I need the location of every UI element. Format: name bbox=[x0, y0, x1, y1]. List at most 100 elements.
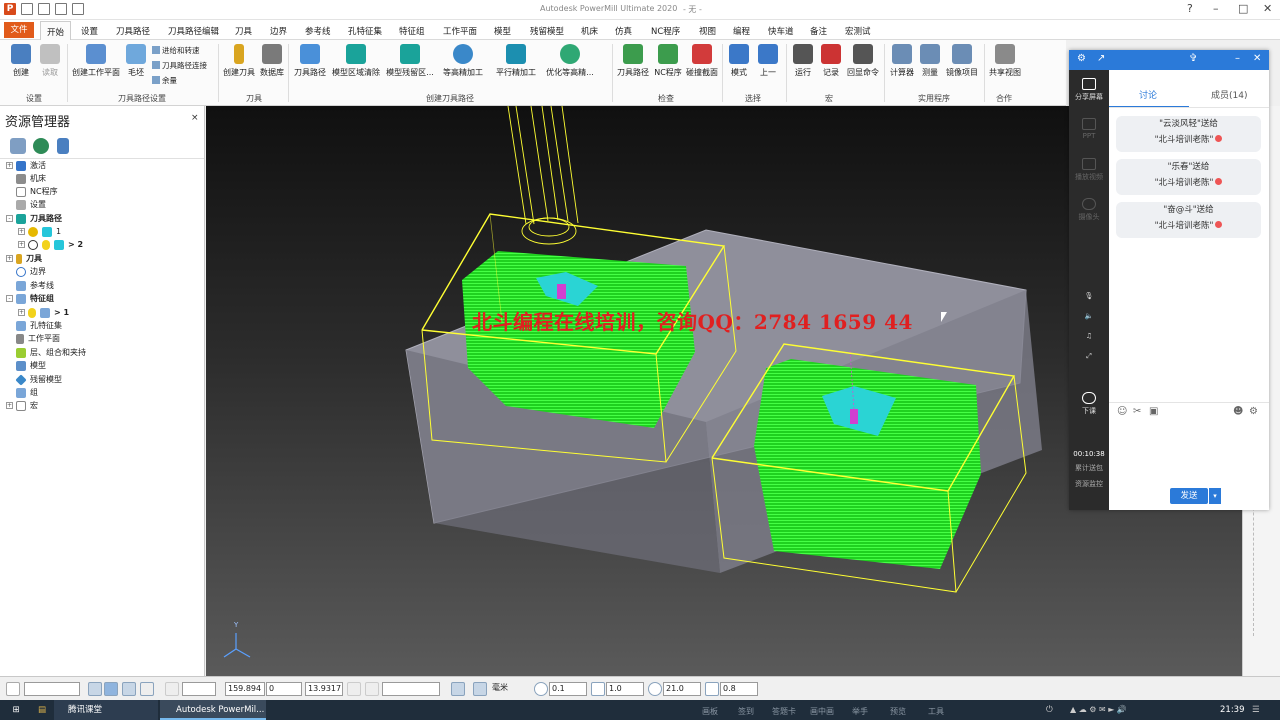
send-button[interactable]: 发送 bbox=[1170, 488, 1208, 504]
expand-icon[interactable]: + bbox=[18, 228, 25, 235]
tab-fast-lane[interactable]: 快车道 bbox=[768, 25, 794, 37]
check-nc-button[interactable]: NC程序 bbox=[652, 44, 684, 78]
tab-programming[interactable]: 编程 bbox=[733, 25, 750, 37]
expand-icon[interactable]: + bbox=[6, 162, 13, 169]
toolpath-connect-button[interactable]: 刀具路径连接 bbox=[152, 60, 207, 71]
camera-button[interactable]: 摄像头 bbox=[1069, 198, 1109, 222]
workplane-dropdown[interactable] bbox=[24, 682, 80, 696]
stock-button[interactable]: 毛坯 bbox=[123, 44, 149, 78]
tree-item[interactable]: 层、组合和夹持 bbox=[16, 346, 86, 359]
mic-icon[interactable]: 🎙 bbox=[1069, 292, 1109, 300]
database-button[interactable]: 数据库 bbox=[258, 44, 286, 78]
tree-view-icon[interactable] bbox=[10, 138, 26, 154]
maximize-icon[interactable]: □ bbox=[1238, 2, 1248, 15]
tree-item[interactable]: - 特征组 bbox=[6, 292, 54, 305]
thickness-field[interactable]: 1.0 bbox=[606, 682, 644, 696]
close-icon[interactable]: ✕ bbox=[1253, 53, 1261, 64]
tolerance-field[interactable]: 0.1 bbox=[549, 682, 587, 696]
tree-item[interactable]: 组 bbox=[16, 386, 38, 399]
share-view-button[interactable]: 共享视图 bbox=[987, 44, 1023, 78]
coord-x-field[interactable]: 159.894 bbox=[225, 682, 265, 696]
feed-speed-button[interactable]: 进给和转速 bbox=[152, 45, 200, 56]
tree-item[interactable]: 参考线 bbox=[16, 279, 54, 292]
fullscreen-icon[interactable]: ⤢ bbox=[1069, 352, 1109, 361]
workplane-select-icon[interactable] bbox=[6, 682, 20, 696]
run-macro-button[interactable]: 运行 bbox=[790, 44, 816, 78]
tab-macro-test[interactable]: 宏测试 bbox=[845, 25, 871, 37]
tab-model[interactable]: 模型 bbox=[494, 25, 511, 37]
expand-icon[interactable]: + bbox=[18, 309, 25, 316]
taskbar-app-tencent[interactable]: 腾讯课堂 bbox=[54, 700, 158, 720]
measure-button[interactable]: 测量 bbox=[918, 44, 942, 78]
collapse-icon[interactable]: - bbox=[6, 215, 13, 222]
mirror-button[interactable]: 镜像项目 bbox=[943, 44, 981, 78]
units-icon[interactable] bbox=[473, 682, 487, 696]
notifications-icon[interactable]: ☰ bbox=[1252, 700, 1260, 720]
import-button[interactable]: 读取 bbox=[36, 44, 64, 78]
optimized-constant-z-button[interactable]: 优化等高精... bbox=[544, 44, 596, 78]
tree-item[interactable]: - 刀具路径 bbox=[6, 212, 62, 225]
tree-item[interactable]: + > 2 bbox=[18, 238, 83, 251]
calculator-button[interactable]: 计算器 bbox=[888, 44, 916, 78]
rest-area-button[interactable]: 模型残留区... bbox=[384, 44, 436, 78]
tab-hole-features[interactable]: 孔特征集 bbox=[348, 25, 382, 37]
previous-button[interactable]: 上一 bbox=[755, 44, 781, 78]
image-icon[interactable]: ▣ bbox=[1149, 406, 1158, 417]
create-button[interactable]: 创建 bbox=[6, 44, 36, 78]
tray-icons[interactable]: ▲ ☁ ⚙ ✉ ► 🔊 bbox=[1070, 700, 1127, 720]
minimize-icon[interactable]: – bbox=[1235, 53, 1240, 64]
record-macro-button[interactable]: 记录 bbox=[818, 44, 844, 78]
tab-boundary[interactable]: 边界 bbox=[270, 25, 287, 37]
tab-discussion[interactable]: 讨论 bbox=[1139, 88, 1157, 101]
tab-toolpath-edit[interactable]: 刀具路径编辑 bbox=[168, 25, 219, 37]
tab-reference-line[interactable]: 参考线 bbox=[305, 25, 331, 37]
expand-icon[interactable]: + bbox=[6, 402, 13, 409]
raster-button[interactable]: 平行精加工 bbox=[492, 44, 540, 78]
tab-simulation[interactable]: 仿真 bbox=[615, 25, 632, 37]
constant-z-button[interactable]: 等高精加工 bbox=[440, 44, 486, 78]
collapse-icon[interactable]: - bbox=[6, 295, 13, 302]
toolpath-button[interactable]: 刀具路径 bbox=[292, 44, 328, 78]
tree-item[interactable]: +1 bbox=[18, 225, 61, 238]
allowance-button[interactable]: 余量 bbox=[152, 75, 177, 86]
speaker-icon[interactable]: 🔈 bbox=[1069, 312, 1109, 320]
tree-item[interactable]: 工作平面 bbox=[16, 332, 60, 345]
stepover-field[interactable]: 0.8 bbox=[720, 682, 758, 696]
tree-item[interactable]: 边界 bbox=[16, 265, 46, 278]
tab-setup[interactable]: 设置 bbox=[81, 25, 98, 37]
help-icon[interactable]: ? bbox=[1187, 2, 1193, 15]
tab-notes[interactable]: 备注 bbox=[810, 25, 827, 37]
area-clear-button[interactable]: 模型区域清除 bbox=[330, 44, 382, 78]
expand-icon[interactable]: + bbox=[18, 241, 25, 248]
snap-grid-icon[interactable] bbox=[104, 682, 118, 696]
calculator-icon[interactable] bbox=[451, 682, 465, 696]
close-icon[interactable]: ✕ bbox=[1263, 2, 1272, 15]
tree-item[interactable]: 机床 bbox=[16, 172, 46, 185]
windows-start-icon[interactable]: ⊞ bbox=[6, 700, 26, 720]
tree-item[interactable]: + > 1 bbox=[18, 306, 69, 319]
expand-icon[interactable]: + bbox=[6, 255, 13, 262]
power-icon[interactable]: ⏻ bbox=[1046, 700, 1053, 720]
explorer-close-icon[interactable]: × bbox=[191, 113, 199, 123]
lock-icon[interactable] bbox=[140, 682, 154, 696]
tab-view[interactable]: 视图 bbox=[699, 25, 716, 37]
collision-button[interactable]: 碰撞截面 bbox=[685, 44, 719, 78]
tab-machine[interactable]: 机床 bbox=[581, 25, 598, 37]
mode-button[interactable]: 模式 bbox=[726, 44, 752, 78]
echo-command-button[interactable]: 回显命令 bbox=[846, 44, 880, 78]
tree-item[interactable]: 模型 bbox=[16, 359, 46, 372]
tree-item[interactable]: + 激活 bbox=[6, 159, 46, 172]
ppt-button[interactable]: PPT bbox=[1069, 118, 1109, 140]
end-class-button[interactable]: 下课 bbox=[1069, 392, 1109, 416]
web-icon[interactable] bbox=[33, 138, 49, 154]
pin-icon[interactable]: ✞ bbox=[1189, 53, 1197, 64]
tab-stock-model[interactable]: 残留模型 bbox=[530, 25, 564, 37]
minimize-icon[interactable]: – bbox=[1213, 2, 1219, 15]
scissors-icon[interactable]: ✂ bbox=[1133, 406, 1141, 417]
delete-icon[interactable] bbox=[57, 138, 69, 154]
taskbar-app-powermill[interactable]: Autodesk PowerMil... bbox=[160, 700, 266, 720]
tab-nc-program[interactable]: NC程序 bbox=[651, 25, 680, 37]
tree-item[interactable]: 残留模型 bbox=[15, 373, 62, 386]
tree-item[interactable]: + 宏 bbox=[6, 399, 38, 412]
open-icon[interactable] bbox=[21, 3, 33, 15]
